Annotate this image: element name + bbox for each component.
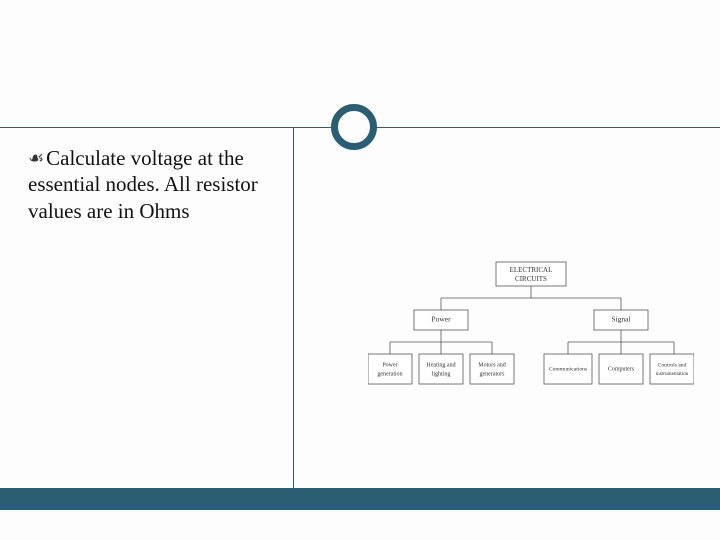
node-signal: Signal	[611, 315, 630, 324]
svg-text:lighting: lighting	[432, 371, 451, 377]
bullet-item: ☙Calculate voltage at the essential node…	[28, 145, 278, 224]
bullet-text: Calculate voltage at the essential nodes…	[28, 146, 258, 223]
slide: ☙Calculate voltage at the essential node…	[0, 0, 720, 540]
svg-text:Heating and: Heating and	[426, 362, 455, 368]
divider-vertical	[293, 127, 294, 492]
node-power: Power	[431, 315, 451, 324]
hierarchy-diagram: ELECTRICALCIRCUITS Power Signal	[368, 258, 694, 410]
svg-text:Controls and: Controls and	[658, 362, 687, 368]
node-root: ELECTRICALCIRCUITS	[510, 266, 553, 283]
node-power-gen-1: Power	[382, 362, 397, 368]
ring-icon	[331, 104, 377, 150]
bullet-marker-icon: ☙	[28, 148, 44, 168]
node-computers: Computers	[608, 366, 635, 372]
node-communications: Communications	[549, 366, 587, 372]
svg-text:instrumentation: instrumentation	[656, 371, 689, 377]
footer-bar	[0, 488, 720, 510]
svg-text:Motors and: Motors and	[478, 362, 506, 368]
svg-text:generators: generators	[480, 371, 506, 377]
svg-text:generation: generation	[377, 371, 402, 377]
